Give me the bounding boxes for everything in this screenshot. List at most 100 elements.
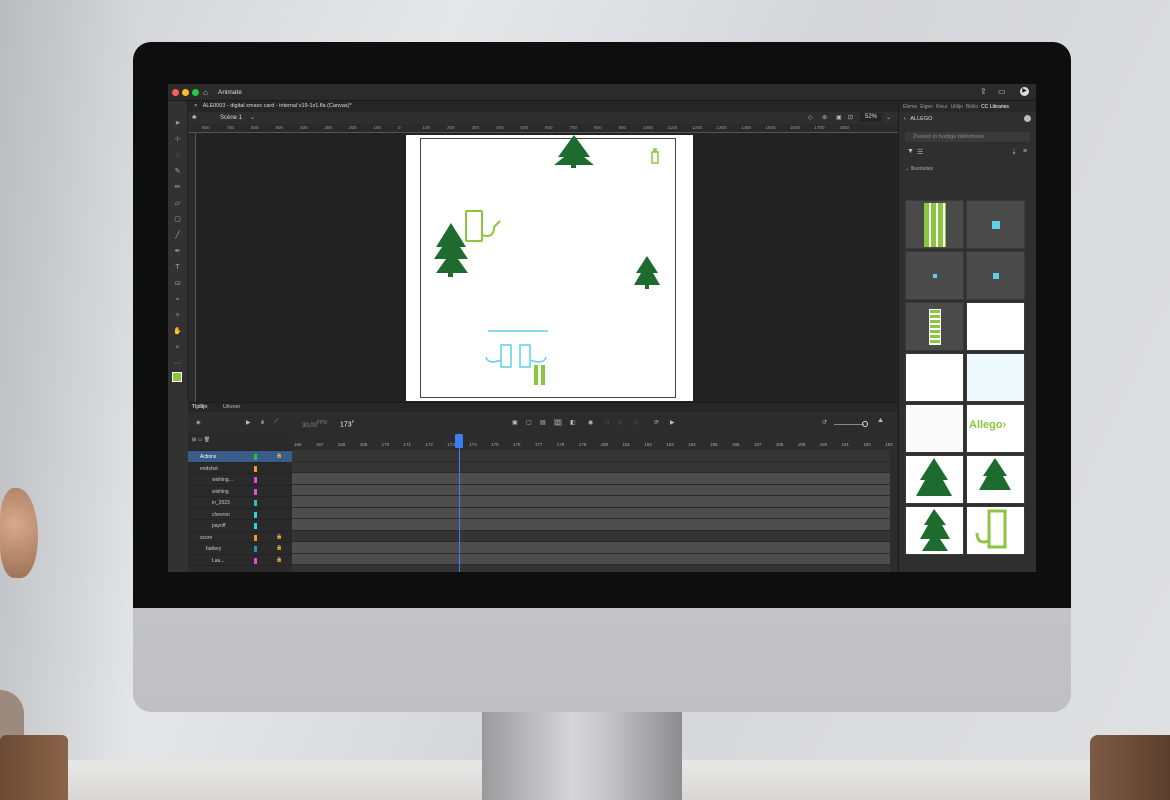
- filter-icon[interactable]: ▼: [907, 148, 914, 155]
- account-icon[interactable]: [1024, 115, 1031, 122]
- edit-multiple-frames-icon[interactable]: ◧: [570, 419, 576, 426]
- list-view-icon[interactable]: ≡: [1023, 148, 1027, 155]
- more-tools-icon[interactable]: ···: [173, 359, 183, 368]
- zoom-field[interactable]: 52%: [860, 113, 882, 122]
- insert-blank-keyframe-icon[interactable]: ▢: [526, 419, 532, 426]
- layer-row[interactable]: payoff: [188, 520, 292, 532]
- asset-allego-logo[interactable]: Allego›: [966, 404, 1025, 453]
- graph-icon[interactable]: ⟋: [274, 419, 278, 426]
- play-icon[interactable]: ▶: [670, 419, 675, 426]
- new-folder-icon[interactable]: ▭: [198, 437, 203, 443]
- rectangle-tool-icon[interactable]: ▢: [173, 215, 183, 224]
- onion-skin-icon[interactable]: ◫: [554, 419, 562, 426]
- frame-row[interactable]: [292, 519, 890, 531]
- eraser-tool-icon[interactable]: ▱: [173, 199, 183, 208]
- camera-layer-icon[interactable]: ▶: [246, 419, 251, 426]
- frame-row[interactable]: [292, 484, 890, 496]
- frame-row[interactable]: [292, 542, 890, 554]
- zoom-chevron-down-icon[interactable]: ⌄: [886, 114, 891, 121]
- tab-output[interactable]: Uitvoer: [223, 404, 240, 410]
- minimize-window-button[interactable]: [182, 89, 189, 96]
- fps-field[interactable]: 30,00FPS: [302, 420, 327, 429]
- layer-row[interactable]: Laa... 🔒: [188, 555, 292, 566]
- section-illustraties[interactable]: ⌄ Illustraties: [899, 160, 1036, 172]
- hand-tool-icon[interactable]: ✋: [173, 327, 183, 336]
- asset-tree-2[interactable]: [966, 455, 1025, 504]
- stage-canvas[interactable]: [406, 135, 693, 401]
- layer-color-chip[interactable]: [254, 488, 257, 495]
- eyedropper-tool-icon[interactable]: ⌁: [173, 295, 183, 304]
- sort-icon[interactable]: ☰: [917, 148, 923, 156]
- layer-color-chip[interactable]: [254, 546, 257, 552]
- layer-row[interactable]: chevron: [188, 509, 292, 520]
- asset-white-1[interactable]: [966, 302, 1025, 351]
- layer-color-chip[interactable]: [254, 523, 257, 529]
- layer-color-chip[interactable]: [254, 500, 257, 506]
- layer-color-chip[interactable]: [254, 454, 257, 460]
- snap-icon[interactable]: ◇: [808, 114, 813, 121]
- asset-snow[interactable]: [905, 404, 964, 453]
- layer-color-chip[interactable]: [254, 477, 257, 483]
- brush-tool-icon[interactable]: ✎: [173, 167, 183, 176]
- scene-selector[interactable]: Scène 1: [220, 115, 242, 121]
- prev-frame-icon[interactable]: ◁: [604, 419, 609, 426]
- sort-az-icon[interactable]: ⇣: [1011, 148, 1017, 156]
- close-tab-icon[interactable]: ×: [194, 103, 197, 109]
- asset-battery-stripes[interactable]: [905, 200, 964, 249]
- frame-row[interactable]: [292, 496, 890, 508]
- lock-icon[interactable]: 🔒: [276, 557, 282, 563]
- asset-tree-1[interactable]: [905, 455, 964, 504]
- back-chevron-icon[interactable]: ‹: [904, 116, 906, 122]
- tab-cc-libraries[interactable]: CC Libraries: [981, 104, 1009, 110]
- mountain-icon[interactable]: ⛰: [878, 418, 883, 425]
- center-frame-icon[interactable]: ↺: [822, 419, 827, 426]
- frame-grid[interactable]: [292, 450, 890, 572]
- document-tab[interactable]: × ALE0003 - digital xmaxx card - interna…: [188, 101, 898, 112]
- publish-icon[interactable]: ▶: [1020, 87, 1029, 96]
- frame-field[interactable]: 173F: [340, 419, 354, 428]
- workspace-icon[interactable]: ▭: [998, 87, 1006, 96]
- delete-layer-icon[interactable]: 🗑: [204, 437, 210, 443]
- loop-playback-icon[interactable]: ⟳: [654, 419, 659, 426]
- share-icon[interactable]: ⇪: [980, 87, 987, 96]
- layer-color-chip[interactable]: [254, 465, 257, 472]
- asset-cyan-dot-2[interactable]: [905, 251, 964, 300]
- loop-icon[interactable]: ◉: [588, 419, 593, 426]
- next-frame-icon[interactable]: ▷: [618, 419, 623, 426]
- tab-properties[interactable]: Eigen: [920, 104, 933, 110]
- zoom-tool-icon[interactable]: ⌕: [173, 343, 183, 352]
- layers-icon[interactable]: ◈: [196, 419, 201, 426]
- layer-row[interactable]: score 🔒: [188, 532, 292, 543]
- clip-icon[interactable]: ▣: [836, 114, 842, 121]
- tab-library[interactable]: Biblio: [966, 104, 978, 110]
- layer-row[interactable]: wishing...: [188, 474, 292, 486]
- stop-icon[interactable]: ◇: [634, 419, 639, 426]
- asset-white-2[interactable]: [905, 353, 964, 402]
- camera-icon[interactable]: ⊛: [822, 114, 827, 121]
- layer-color-chip[interactable]: [254, 534, 257, 541]
- layer-row[interactable]: battery 🔒: [188, 543, 292, 555]
- frame-row[interactable]: [292, 530, 890, 542]
- fill-color-swatch[interactable]: [172, 372, 182, 382]
- text-tool-icon[interactable]: T: [173, 263, 183, 272]
- timeline-zoom-handle[interactable]: [862, 421, 868, 427]
- layer-row[interactable]: Actions 🔒: [188, 451, 292, 463]
- home-icon[interactable]: ⌂: [203, 88, 208, 97]
- bone-tool-icon[interactable]: ✧: [173, 311, 183, 320]
- pen-tool-icon[interactable]: ✒: [173, 247, 183, 256]
- paint-bucket-tool-icon[interactable]: ⛀: [173, 279, 183, 288]
- selection-tool-icon[interactable]: ➤: [173, 119, 183, 128]
- frame-row[interactable]: [292, 473, 890, 485]
- asset-cyan-dot-3[interactable]: [966, 251, 1025, 300]
- frame-row[interactable]: [292, 507, 890, 519]
- tab-align[interactable]: Uitlijn: [951, 104, 963, 110]
- layer-row[interactable]: in_2023: [188, 497, 292, 509]
- insert-keyframe-icon[interactable]: ▣: [512, 419, 518, 426]
- layer-row[interactable]: endshot: [188, 463, 292, 474]
- lock-icon[interactable]: 🔒: [276, 453, 282, 459]
- new-layer-icon[interactable]: ⊞: [192, 437, 196, 443]
- library-search-input[interactable]: Zoeken in huidige bibliotheek: [905, 132, 1030, 142]
- center-stage-icon[interactable]: ⊡: [848, 114, 853, 121]
- timeline-zoom-slider[interactable]: [834, 424, 864, 425]
- asset-charger[interactable]: [966, 506, 1025, 555]
